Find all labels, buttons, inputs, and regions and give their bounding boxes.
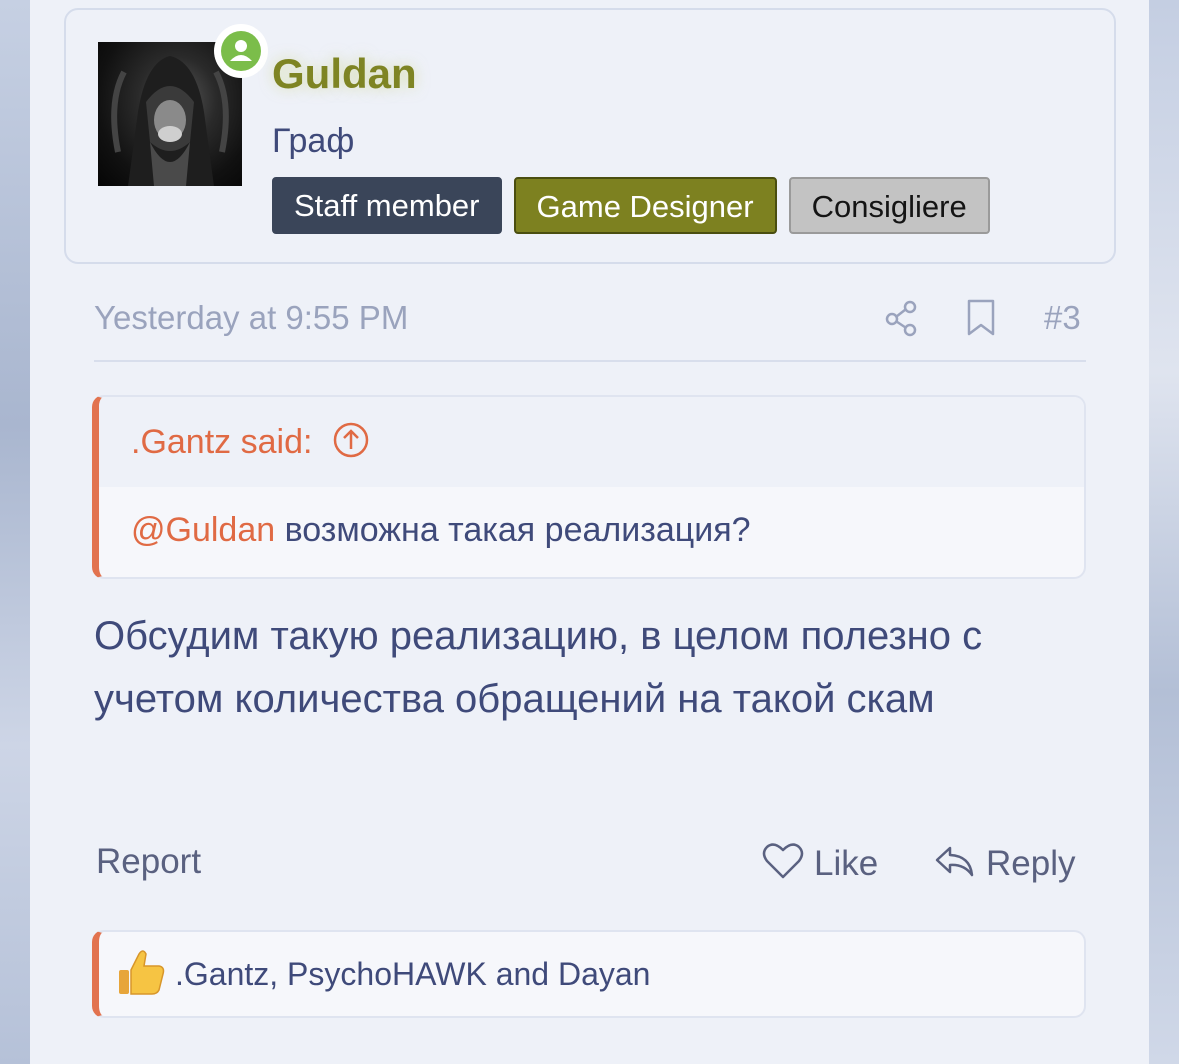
background-left bbox=[0, 0, 30, 1064]
quote-block: .Gantz said: @Guldan возможна такая реал… bbox=[92, 395, 1086, 579]
user-badges: Staff member Game Designer Consigliere bbox=[272, 177, 990, 234]
user-online-icon bbox=[230, 40, 252, 61]
badge-game-designer: Game Designer bbox=[513, 177, 777, 234]
background-right bbox=[1149, 0, 1179, 1064]
post-number[interactable]: #3 bbox=[1044, 299, 1081, 337]
reply-button[interactable]: Reply bbox=[934, 842, 1075, 885]
quote-header: .Gantz said: bbox=[99, 397, 1084, 487]
user-card: Guldan Граф Staff member Game Designer C… bbox=[64, 8, 1116, 264]
heart-icon bbox=[762, 842, 804, 885]
quote-text: возможна такая реализация? bbox=[275, 511, 751, 549]
reactions-bar[interactable]: .Gantz, PsychoHAWK and Dayan bbox=[92, 930, 1086, 1018]
username[interactable]: Guldan bbox=[272, 50, 417, 98]
badge-staff-member: Staff member bbox=[272, 177, 502, 234]
post-body: Обсудим такую реализацию, в целом полезн… bbox=[94, 614, 983, 721]
mention-link[interactable]: @Guldan bbox=[131, 511, 275, 549]
like-button[interactable]: Like bbox=[762, 842, 878, 885]
reply-label: Reply bbox=[986, 843, 1076, 883]
quote-body: @Guldan возможна такая реализация? bbox=[99, 487, 1084, 550]
badge-consigliere: Consigliere bbox=[788, 177, 990, 234]
online-status bbox=[214, 24, 268, 78]
thumbs-up-icon bbox=[115, 946, 167, 1003]
reply-icon bbox=[934, 842, 976, 885]
reactions-text[interactable]: .Gantz, PsychoHAWK and Dayan bbox=[175, 956, 650, 993]
post-date[interactable]: Yesterday at 9:55 PM bbox=[94, 299, 408, 337]
bookmark-icon[interactable] bbox=[965, 298, 997, 343]
user-title: Граф bbox=[272, 122, 355, 160]
quote-author[interactable]: .Gantz said: bbox=[131, 423, 312, 462]
arrow-up-circle-icon[interactable] bbox=[332, 421, 370, 464]
report-button[interactable]: Report bbox=[96, 842, 201, 882]
divider bbox=[94, 360, 1086, 362]
post-container: Guldan Граф Staff member Game Designer C… bbox=[30, 0, 1149, 1064]
like-label: Like bbox=[814, 843, 879, 883]
share-icon[interactable] bbox=[882, 298, 922, 343]
